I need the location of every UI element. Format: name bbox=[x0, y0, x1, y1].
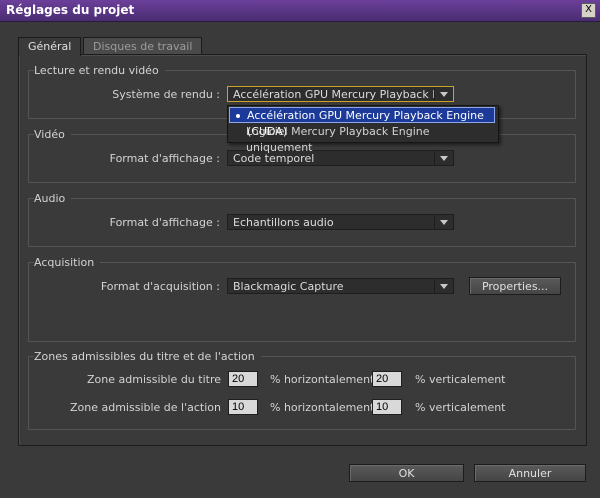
chevron-down-icon[interactable] bbox=[434, 151, 453, 165]
action-safe-label: Zone admissible de l'action bbox=[69, 401, 221, 414]
renderer-dropdown: Accélération GPU Mercury Playback Engine… bbox=[227, 105, 499, 154]
ok-button[interactable]: OK bbox=[349, 464, 464, 482]
playback-group-title: Lecture et rendu vidéo bbox=[34, 64, 165, 77]
safe-zones-group bbox=[28, 356, 576, 430]
tab-general[interactable]: Général bbox=[18, 37, 82, 56]
capture-group bbox=[28, 262, 576, 342]
title-safe-label: Zone admissible du titre bbox=[87, 373, 221, 386]
audio-group-title: Audio bbox=[34, 192, 72, 205]
capture-group-title: Acquisition bbox=[34, 256, 101, 269]
renderer-label: Système de rendu : bbox=[112, 88, 220, 101]
action-safe-horizontal-input[interactable] bbox=[228, 399, 258, 415]
title-bar: Réglages du projet X bbox=[0, 0, 600, 22]
safe-zones-group-title: Zones admissibles du titre et de l'actio… bbox=[34, 350, 261, 363]
renderer-select-value: Accélération GPU Mercury Playback En... bbox=[233, 88, 454, 101]
renderer-option-cuda[interactable]: Accélération GPU Mercury Playback Engine… bbox=[229, 107, 495, 138]
action-safe-vertical-input[interactable] bbox=[372, 399, 402, 415]
capture-format-select[interactable]: Blackmagic Capture bbox=[227, 278, 454, 294]
cancel-button[interactable]: Annuler bbox=[474, 464, 586, 482]
audio-format-label: Format d'affichage : bbox=[109, 216, 220, 229]
audio-format-value: Echantillons audio bbox=[233, 216, 334, 229]
close-button[interactable]: X bbox=[581, 3, 596, 18]
properties-button[interactable]: Properties... bbox=[469, 277, 561, 295]
title-safe-v-unit: % verticalement bbox=[415, 373, 506, 386]
video-group-title: Vidéo bbox=[34, 128, 71, 141]
title-safe-horizontal-input[interactable] bbox=[228, 371, 258, 387]
renderer-select[interactable]: Accélération GPU Mercury Playback En... bbox=[227, 86, 454, 102]
chevron-down-icon[interactable] bbox=[434, 87, 453, 101]
window-title: Réglages du projet bbox=[6, 3, 135, 17]
chevron-down-icon[interactable] bbox=[434, 279, 453, 293]
capture-format-value: Blackmagic Capture bbox=[233, 280, 344, 293]
audio-format-select[interactable]: Echantillons audio bbox=[227, 214, 454, 230]
title-safe-vertical-input[interactable] bbox=[372, 371, 402, 387]
renderer-option-software[interactable]: Logiciel Mercury Playback Engine uniquem… bbox=[229, 124, 495, 154]
capture-format-label: Format d'acquisition : bbox=[100, 280, 220, 293]
selected-bullet-icon bbox=[236, 114, 240, 118]
tab-scratch-disks[interactable]: Disques de travail bbox=[83, 37, 203, 55]
action-safe-h-unit: % horizontalement bbox=[270, 401, 375, 414]
title-safe-h-unit: % horizontalement bbox=[270, 373, 375, 386]
video-format-label: Format d'affichage : bbox=[109, 152, 220, 165]
action-safe-v-unit: % verticalement bbox=[415, 401, 506, 414]
chevron-down-icon[interactable] bbox=[434, 215, 453, 229]
